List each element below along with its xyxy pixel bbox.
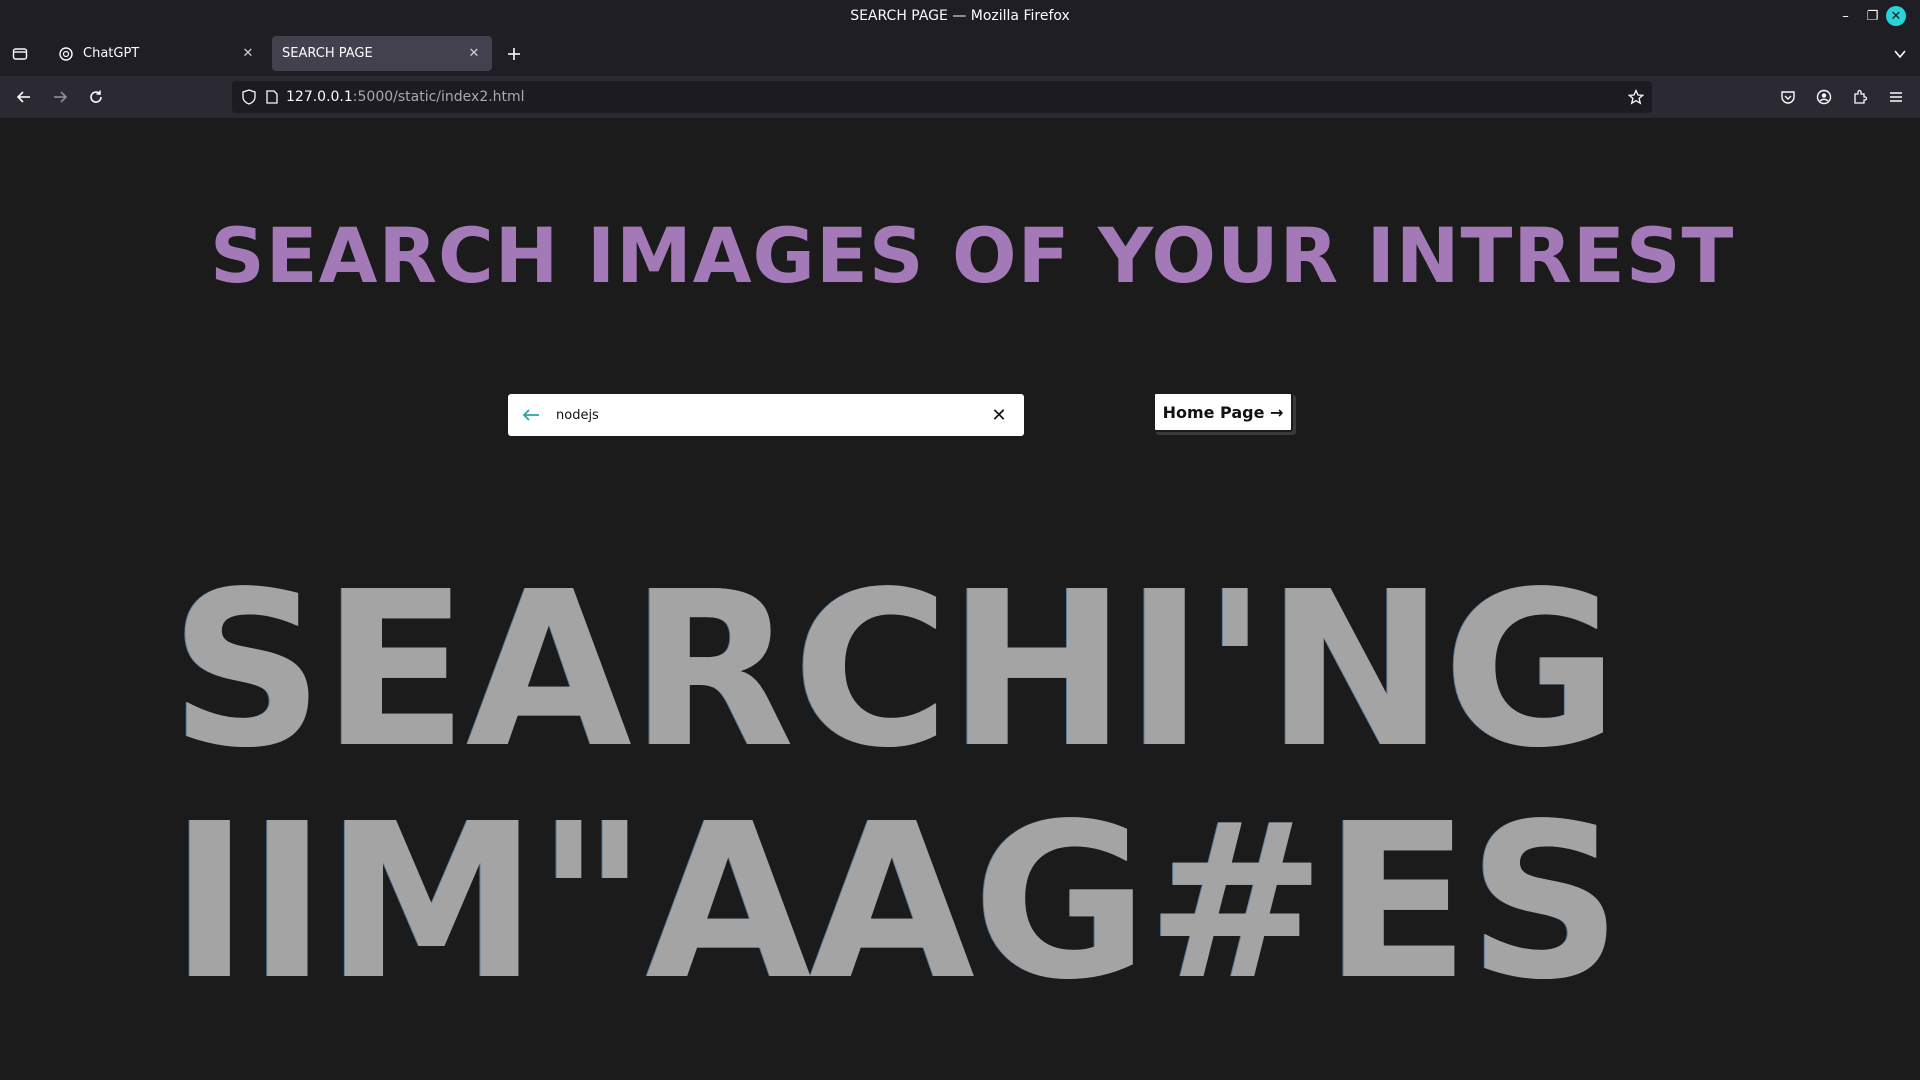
clear-search-icon[interactable]: ✕	[988, 404, 1010, 426]
url-path: :5000/static/index2.html	[352, 89, 525, 105]
shield-icon[interactable]	[242, 89, 256, 105]
minimize-icon[interactable]: –	[1832, 3, 1859, 30]
forward-icon[interactable]	[44, 81, 76, 113]
window-controls: – ❐ ✕	[1832, 0, 1906, 32]
bookmark-star-icon[interactable]	[1628, 89, 1644, 105]
url-bar[interactable]: 127.0.0.1:5000/static/index2.html	[232, 81, 1652, 113]
page-title: SEARCH IMAGES OF YOUR INTREST	[210, 211, 1735, 300]
restore-icon[interactable]: ❐	[1859, 3, 1886, 30]
tab-label: ChatGPT	[83, 46, 140, 61]
chatgpt-icon	[58, 46, 73, 61]
tab-label: SEARCH PAGE	[282, 46, 373, 61]
reload-icon[interactable]	[80, 81, 112, 113]
menu-icon[interactable]	[1880, 81, 1912, 113]
page-info-icon[interactable]	[266, 90, 278, 104]
search-box: ✕	[508, 394, 1024, 436]
tab-strip: ChatGPT ✕ SEARCH PAGE ✕	[0, 32, 1920, 76]
list-all-tabs-icon[interactable]	[1884, 38, 1916, 70]
new-tab-icon[interactable]	[498, 38, 530, 70]
back-icon[interactable]	[8, 81, 40, 113]
home-page-button[interactable]: Home Page →	[1153, 392, 1293, 432]
page-content: SEARCH IMAGES OF YOUR INTREST ✕ Home Pag…	[0, 118, 1920, 1080]
window-titlebar: SEARCH PAGE — Mozilla Firefox – ❐ ✕	[0, 0, 1920, 32]
search-back-arrow-icon[interactable]	[522, 404, 544, 426]
extensions-icon[interactable]	[1844, 81, 1876, 113]
searching-banner-line-2: IIM"AAG#ES	[170, 778, 1622, 1027]
window-title: SEARCH PAGE — Mozilla Firefox	[850, 8, 1070, 24]
url-host: 127.0.0.1	[286, 89, 353, 105]
close-tab-icon[interactable]: ✕	[240, 46, 256, 61]
url-text: 127.0.0.1:5000/static/index2.html	[286, 89, 525, 105]
tab-chatgpt[interactable]: ChatGPT ✕	[48, 36, 266, 71]
close-window-icon[interactable]: ✕	[1886, 6, 1906, 26]
searching-banner-line-1: SEARCHI'NG	[170, 546, 1619, 795]
navigation-toolbar: 127.0.0.1:5000/static/index2.html	[0, 76, 1920, 118]
account-icon[interactable]	[1808, 81, 1840, 113]
close-tab-icon[interactable]: ✕	[466, 46, 482, 61]
tab-search-page[interactable]: SEARCH PAGE ✕	[272, 36, 492, 71]
pocket-icon[interactable]	[1772, 81, 1804, 113]
search-input[interactable]	[554, 400, 988, 430]
firefox-view-icon[interactable]	[4, 38, 36, 70]
